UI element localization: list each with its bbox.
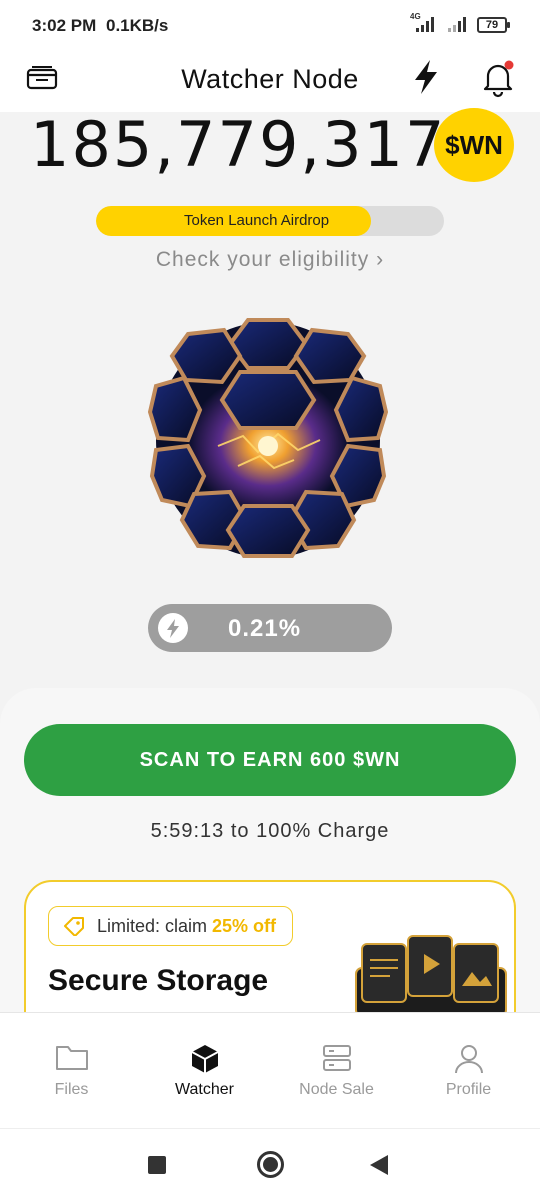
app-header: Watcher Node bbox=[0, 52, 540, 112]
airdrop-label: Token Launch Airdrop bbox=[184, 212, 330, 229]
offer-discount: 25% off bbox=[212, 916, 277, 936]
wn-token-badge: $WN bbox=[434, 108, 514, 182]
status-bar: 3:02 PM 0.1KB/s 4G 79 bbox=[0, 0, 540, 52]
charge-percentage: 0.21% bbox=[228, 615, 302, 642]
cellular-signal-2-icon bbox=[446, 16, 468, 32]
nav-watcher-label: Watcher bbox=[175, 1081, 234, 1098]
nav-node-sale-label: Node Sale bbox=[299, 1081, 374, 1098]
home-circle-icon[interactable] bbox=[257, 1151, 284, 1178]
nav-files-label: Files bbox=[54, 1081, 89, 1098]
back-triangle-icon[interactable] bbox=[370, 1155, 388, 1175]
nav-profile-label: Profile bbox=[445, 1081, 492, 1098]
storage-folders-illustration bbox=[355, 935, 507, 1016]
nav-node-sale[interactable]: Node Sale bbox=[269, 1013, 404, 1129]
page-title: Watcher Node bbox=[181, 64, 359, 94]
charge-indicator: 0.21% bbox=[148, 604, 392, 652]
nav-profile[interactable]: Profile bbox=[401, 1013, 536, 1129]
server-icon bbox=[322, 1045, 351, 1071]
status-time: 3:02 PM bbox=[32, 16, 97, 35]
system-navigation-bar bbox=[0, 1128, 540, 1200]
recents-square-icon[interactable] bbox=[148, 1156, 166, 1174]
nav-files[interactable]: Files bbox=[4, 1013, 139, 1129]
battery-icon: 79 bbox=[477, 17, 510, 33]
charge-bolt-icon bbox=[158, 613, 188, 643]
check-eligibility-link[interactable]: Check your eligibility › bbox=[0, 248, 540, 272]
charge-countdown: 5:59:13 to 100% Charge bbox=[150, 820, 390, 842]
chevron-right-icon: › bbox=[376, 248, 385, 271]
user-icon bbox=[454, 1045, 483, 1074]
eligibility-link-text: Check your eligibility bbox=[155, 248, 370, 271]
price-tag-icon bbox=[64, 917, 84, 936]
network-type: 4G bbox=[410, 12, 421, 21]
scan-to-earn-button[interactable]: SCAN TO EARN 600 $WN bbox=[24, 724, 516, 796]
cube-icon bbox=[191, 1045, 218, 1073]
folder-icon bbox=[55, 1046, 88, 1070]
network-speed: 0.1KB/s bbox=[106, 16, 169, 35]
watcher-node-core-image[interactable] bbox=[148, 316, 388, 560]
token-balance: 185,779,317 bbox=[30, 108, 447, 181]
limited-offer-badge: Limited: claim 25% off bbox=[48, 906, 294, 946]
nav-watcher[interactable]: Watcher bbox=[137, 1013, 272, 1129]
offer-text: Limited: claim bbox=[97, 916, 213, 936]
promo-title: Secure Storage bbox=[48, 964, 269, 997]
notification-bell-icon[interactable] bbox=[480, 58, 516, 98]
cellular-signal-icon: 4G bbox=[410, 12, 434, 32]
bottom-navigation: Files Watcher Node Sale Profile bbox=[0, 1012, 540, 1128]
notification-dot bbox=[504, 60, 514, 70]
lightning-bolt-icon[interactable] bbox=[410, 58, 442, 96]
